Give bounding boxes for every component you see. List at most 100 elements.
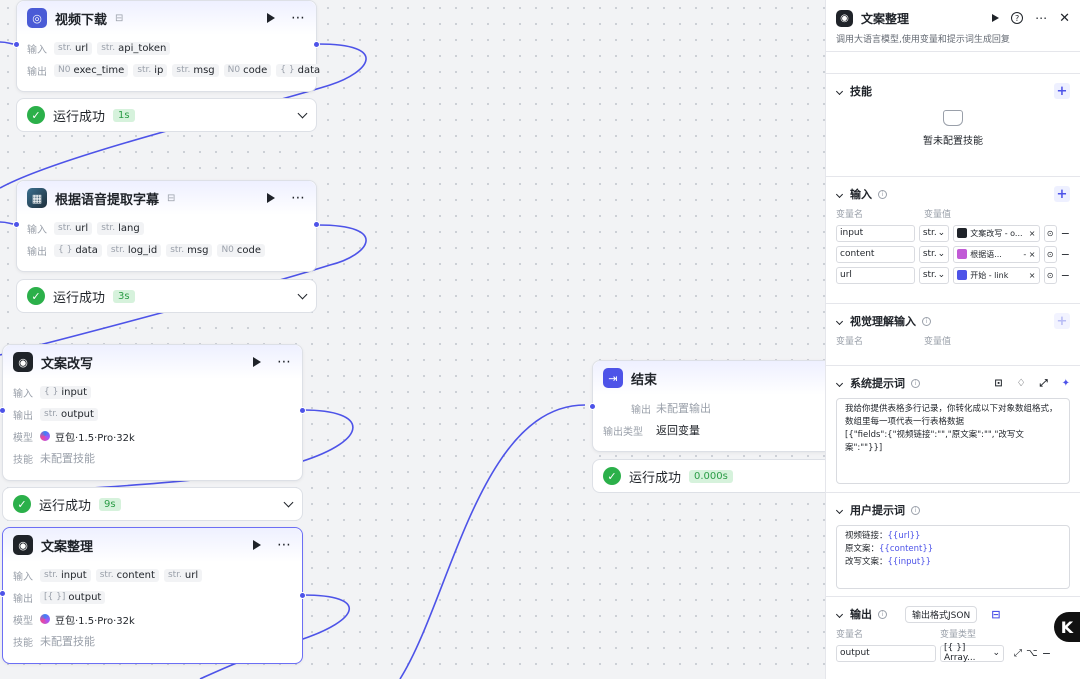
caret-down-icon[interactable]: [835, 317, 844, 326]
input-tag: { } input: [40, 385, 92, 399]
model-name: 豆包·1.5·Pro·32k: [55, 432, 135, 444]
input-tag: str. url: [163, 568, 203, 582]
variable-name-input[interactable]: url: [836, 266, 915, 284]
output-port[interactable]: [299, 407, 306, 414]
run-result-rewrite[interactable]: ✓ 运行成功 9s: [2, 487, 303, 521]
variable-name-input[interactable]: content: [836, 245, 915, 263]
add-skill-button[interactable]: +: [1054, 83, 1070, 99]
remove-row-button[interactable]: −: [1061, 227, 1070, 240]
more-icon[interactable]: ⋯: [277, 537, 292, 553]
output-name-input[interactable]: output: [836, 644, 936, 662]
output-tag: N0 exec_time: [54, 63, 129, 77]
magic-wand-icon[interactable]: ✦: [1062, 378, 1070, 389]
variable-reference[interactable]: 文案改写 - o... ×: [953, 224, 1040, 242]
workflow-canvas[interactable]: ◎ 视频下载 ⊟ ⋯ 输入 str. url str. api_token 输出 N…: [0, 0, 825, 679]
output-tag: str. log_id: [106, 243, 162, 257]
info-icon[interactable]: i: [878, 189, 887, 199]
more-icon[interactable]: ⋯: [1035, 11, 1047, 25]
reference-picker-icon[interactable]: ⊙: [1043, 245, 1057, 263]
model-name: 豆包·1.5·Pro·32k: [55, 615, 135, 627]
variable-name-input[interactable]: input: [836, 224, 915, 242]
remove-row-button[interactable]: −: [1061, 248, 1070, 261]
add-vision-input-button[interactable]: +: [1054, 313, 1070, 329]
run-node-button[interactable]: [267, 193, 275, 203]
system-prompt-section: 系统提示词 i ⊡ ♢ ⤢ ✦ 我给你提供表格多行记录，你转化成以下对象数组格式…: [826, 366, 1080, 493]
node-end[interactable]: ⇥ 结束 输出 未配置输出 输出类型 返回变量: [589, 360, 825, 452]
caret-down-icon[interactable]: [835, 610, 844, 619]
bulb-icon[interactable]: ♢: [1017, 378, 1026, 389]
info-icon[interactable]: i: [911, 505, 920, 515]
variable-reference[interactable]: 根据语... - ×: [953, 245, 1040, 263]
llm-icon: [957, 228, 968, 238]
variable-type-select[interactable]: str. ⌄: [918, 245, 950, 263]
inputs-section: 输入 i + 变量名 变量值 input str. ⌄ 文案改写 - o... × ⊙…: [826, 177, 1080, 304]
info-icon[interactable]: i: [922, 316, 931, 326]
input-port[interactable]: [589, 403, 596, 410]
run-node-button[interactable]: [267, 13, 275, 23]
reference-picker-icon[interactable]: ⊙: [1043, 266, 1057, 284]
run-node-button[interactable]: [253, 540, 261, 550]
variable-reference[interactable]: 开始 - link ×: [953, 266, 1040, 284]
run-result-end[interactable]: ✓ 运行成功 0.000s: [592, 459, 825, 493]
input-port[interactable]: [13, 221, 20, 228]
output-tag: N0 code: [223, 63, 272, 77]
variable-type-select[interactable]: str. ⌄: [918, 224, 950, 242]
output-variable-row: output [{ }] Array... ⌄ ⤢ ⌥ −: [836, 643, 1070, 663]
more-icon[interactable]: ⋯: [291, 190, 306, 206]
reference-picker-icon[interactable]: ⊙: [1043, 224, 1057, 242]
add-child-icon[interactable]: ⌥: [1026, 648, 1038, 659]
template-icon[interactable]: ⊡: [994, 378, 1002, 389]
info-icon[interactable]: i: [878, 609, 887, 619]
node-copy-rewrite[interactable]: ◉ 文案改写 ⋯ 输入 { } input 输出 str. output 模型 豆包…: [0, 344, 306, 481]
system-prompt-textarea[interactable]: 我给你提供表格多行记录，你转化成以下对象数组格式，数组里每一项代表一行表格数据 …: [836, 398, 1070, 484]
add-input-button[interactable]: +: [1054, 186, 1070, 202]
node-title: 文案改写: [41, 356, 94, 372]
close-icon[interactable]: ✕: [1059, 11, 1070, 26]
input-port[interactable]: [13, 41, 20, 48]
subtitle-plugin-icon: ▦: [27, 188, 47, 208]
input-tag: str. api_token: [97, 41, 171, 55]
output-section: 输出 i 输出格式JSON ⊟ 变量名 变量类型 output [{ }] Arr…: [826, 597, 1080, 670]
node-title: 视频下载: [55, 12, 108, 28]
import-icon[interactable]: ⊟: [991, 608, 1000, 621]
model-selector-strip[interactable]: [826, 52, 1080, 74]
user-prompt-textarea[interactable]: 视频链接：{{url}} 原文案：{{content}} 改写文案：{{inpu…: [836, 525, 1070, 589]
output-port[interactable]: [299, 592, 306, 599]
input-tag: str. url: [54, 221, 93, 235]
info-icon[interactable]: i: [911, 378, 920, 388]
expand-icon[interactable]: ⤢: [1040, 378, 1048, 389]
caret-down-icon[interactable]: [835, 87, 844, 96]
node-config-panel: ◉ 文案整理 ? ⋯ ✕ 调用大语言模型,使用变量和提示词生成回复 技能 + 暂…: [825, 0, 1080, 679]
chevron-down-icon[interactable]: [297, 289, 308, 299]
skill-value: 未配置技能: [40, 635, 95, 648]
caret-down-icon[interactable]: [835, 379, 844, 388]
input-tag: str. url: [54, 41, 93, 55]
remove-row-button[interactable]: −: [1061, 269, 1070, 282]
plugin-icon: [957, 249, 968, 259]
run-node-button[interactable]: [253, 357, 261, 367]
run-result-video[interactable]: ✓ 运行成功 1s: [16, 98, 317, 132]
duration-badge: 1s: [113, 108, 135, 122]
variable-type-select[interactable]: str. ⌄: [918, 266, 950, 284]
caret-down-icon[interactable]: [835, 190, 844, 199]
remove-row-button[interactable]: −: [1042, 647, 1052, 660]
output-format-select[interactable]: 输出格式JSON: [905, 605, 978, 623]
llm-icon: ◉: [13, 352, 33, 372]
output-port[interactable]: [313, 221, 320, 228]
output-type-select[interactable]: [{ }] Array... ⌄: [940, 643, 1004, 663]
expand-icon[interactable]: ⤢: [1014, 648, 1022, 659]
chevron-down-icon[interactable]: [297, 108, 308, 118]
output-tag: str. ip: [133, 63, 168, 77]
more-icon[interactable]: ⋯: [277, 354, 292, 370]
help-icon[interactable]: ?: [1011, 12, 1024, 24]
chevron-down-icon[interactable]: [283, 497, 294, 507]
run-result-subtitle[interactable]: ✓ 运行成功 3s: [16, 279, 317, 313]
run-node-button[interactable]: [992, 14, 1000, 22]
output-port[interactable]: [313, 41, 320, 48]
caret-down-icon[interactable]: [835, 506, 844, 515]
node-copy-organize[interactable]: ◉ 文案整理 ⋯ 输入 str. input str. content str. ur…: [0, 527, 306, 664]
more-icon[interactable]: ⋯: [291, 10, 306, 26]
node-video-download[interactable]: ◎ 视频下载 ⊟ ⋯ 输入 str. url str. api_token 输出 N…: [13, 0, 325, 92]
node-subtitle-extract[interactable]: ▦ 根据语音提取字幕 ⊟ ⋯ 输入 str. url str. lang 输出 { …: [13, 180, 320, 272]
plugin-icon: ⊟: [115, 12, 124, 24]
